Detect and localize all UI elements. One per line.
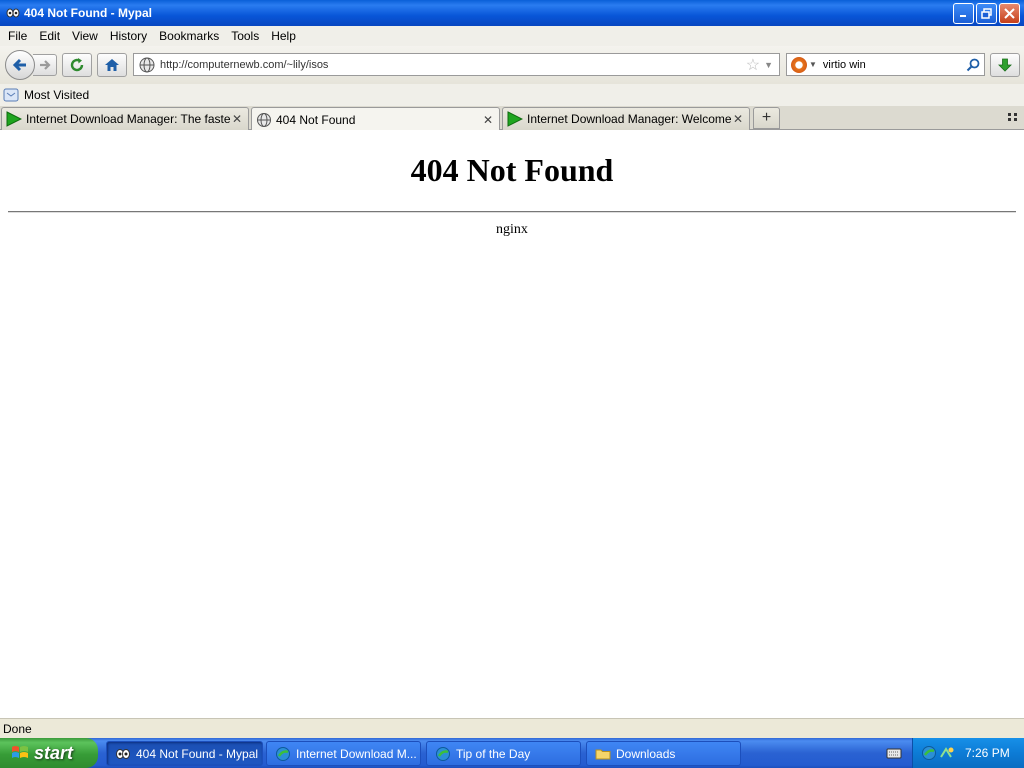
forward-arrow-icon xyxy=(39,60,51,70)
page-content: 404 Not Found nginx xyxy=(0,130,1024,718)
bookmarks-folder-icon xyxy=(3,88,19,102)
idm-tray-icon[interactable] xyxy=(921,745,937,761)
page-globe-icon xyxy=(257,112,271,127)
window-titlebar[interactable]: 404 Not Found - Mypal xyxy=(0,0,1024,26)
bookmark-star-icon[interactable]: ☆ xyxy=(746,55,760,75)
close-window-button[interactable] xyxy=(999,2,1020,24)
status-text: Done xyxy=(3,721,32,736)
tab-idm-welcome[interactable]: Internet Download Manager: Welcome to ..… xyxy=(502,107,750,130)
taskbar-item-downloads[interactable]: Downloads xyxy=(586,741,741,766)
restore-icon xyxy=(981,7,992,19)
site-identity-icon[interactable] xyxy=(138,56,156,74)
taskbar-item-label: Internet Download M... xyxy=(296,746,417,761)
minimize-button[interactable] xyxy=(953,2,974,24)
search-engine-icon[interactable] xyxy=(791,56,807,73)
restore-button[interactable] xyxy=(976,2,997,24)
tab-close-icon[interactable]: ✕ xyxy=(481,113,495,127)
url-history-dropdown-icon[interactable]: ▼ xyxy=(764,60,773,70)
keyboard-icon[interactable] xyxy=(886,746,902,760)
idm-globe-icon xyxy=(436,746,450,761)
menu-help[interactable]: Help xyxy=(265,29,302,43)
list-all-tabs-icon[interactable] xyxy=(1006,110,1020,124)
clock[interactable]: 7:26 PM xyxy=(965,746,1010,760)
menu-file[interactable]: File xyxy=(2,29,33,43)
tab-label: Internet Download Manager: Welcome to ..… xyxy=(527,112,731,126)
network-icon[interactable] xyxy=(939,745,955,761)
menu-tools[interactable]: Tools xyxy=(225,29,265,43)
taskbar: start 404 Not Found - Mypal Internet Dow… xyxy=(0,738,1024,768)
taskbar-item-label: 404 Not Found - Mypal xyxy=(136,746,259,761)
menu-edit[interactable]: Edit xyxy=(33,29,66,43)
back-arrow-icon xyxy=(12,58,26,72)
search-bar[interactable]: ▼ xyxy=(786,53,985,76)
url-text[interactable]: http://computernewb.com/~lily/isos xyxy=(160,59,746,71)
menu-history[interactable]: History xyxy=(104,29,153,43)
mypal-app-icon xyxy=(6,8,20,18)
address-bar[interactable]: http://computernewb.com/~lily/isos ☆ ▼ xyxy=(133,53,780,76)
tab-idm-fastest[interactable]: Internet Download Manager: The fastest d… xyxy=(1,107,249,130)
tab-close-icon[interactable]: ✕ xyxy=(731,112,745,126)
tab-label: 404 Not Found xyxy=(276,112,356,127)
reload-icon xyxy=(70,58,84,72)
start-button[interactable]: start xyxy=(0,738,98,768)
back-button[interactable] xyxy=(5,50,35,80)
mypal-app-icon xyxy=(116,748,130,759)
reload-button[interactable] xyxy=(62,53,92,77)
start-label: start xyxy=(34,742,74,763)
taskbar-item-tip-of-the-day[interactable]: Tip of the Day xyxy=(426,741,581,766)
tab-close-icon[interactable]: ✕ xyxy=(230,112,244,126)
folder-icon xyxy=(595,749,611,759)
idm-play-icon xyxy=(6,111,22,127)
taskbar-item-label: Tip of the Day xyxy=(456,746,531,761)
download-arrow-icon xyxy=(998,58,1012,72)
window-title: 404 Not Found - Mypal xyxy=(24,6,153,20)
tab-label: Internet Download Manager: The fastest d… xyxy=(26,112,230,126)
taskbar-item-idm[interactable]: Internet Download M... xyxy=(266,741,421,766)
new-tab-button[interactable]: + xyxy=(753,107,780,129)
menu-bar: File Edit View History Bookmarks Tools H… xyxy=(0,26,1024,46)
close-icon xyxy=(1004,7,1015,19)
system-tray: 7:26 PM xyxy=(912,738,1024,768)
forward-button[interactable] xyxy=(33,54,57,76)
taskbar-item-label: Downloads xyxy=(616,746,676,761)
status-bar: Done xyxy=(0,718,1024,738)
home-icon xyxy=(105,59,119,71)
search-icon[interactable] xyxy=(966,58,980,72)
bookmark-most-visited[interactable]: Most Visited xyxy=(24,88,89,102)
minimize-icon xyxy=(959,15,966,17)
menu-bookmarks[interactable]: Bookmarks xyxy=(153,29,225,43)
taskbar-item-mypal[interactable]: 404 Not Found - Mypal xyxy=(106,741,263,766)
idm-play-icon xyxy=(507,111,523,127)
server-signature: nginx xyxy=(496,222,528,237)
tab-404-not-found[interactable]: 404 Not Found ✕ xyxy=(251,107,500,131)
idm-globe-icon xyxy=(276,746,290,761)
bookmarks-toolbar: Most Visited xyxy=(0,84,1024,106)
page-heading: 404 Not Found xyxy=(410,152,614,188)
downloads-button[interactable] xyxy=(990,53,1020,77)
plus-icon: + xyxy=(761,109,772,126)
divider xyxy=(8,211,1016,212)
tab-strip: Internet Download Manager: The fastest d… xyxy=(0,106,1024,131)
menu-view[interactable]: View xyxy=(66,29,104,43)
engine-dropdown-icon[interactable]: ▼ xyxy=(809,60,817,69)
home-button[interactable] xyxy=(97,53,127,77)
search-input[interactable] xyxy=(822,58,966,71)
windows-flag-icon xyxy=(12,746,28,758)
